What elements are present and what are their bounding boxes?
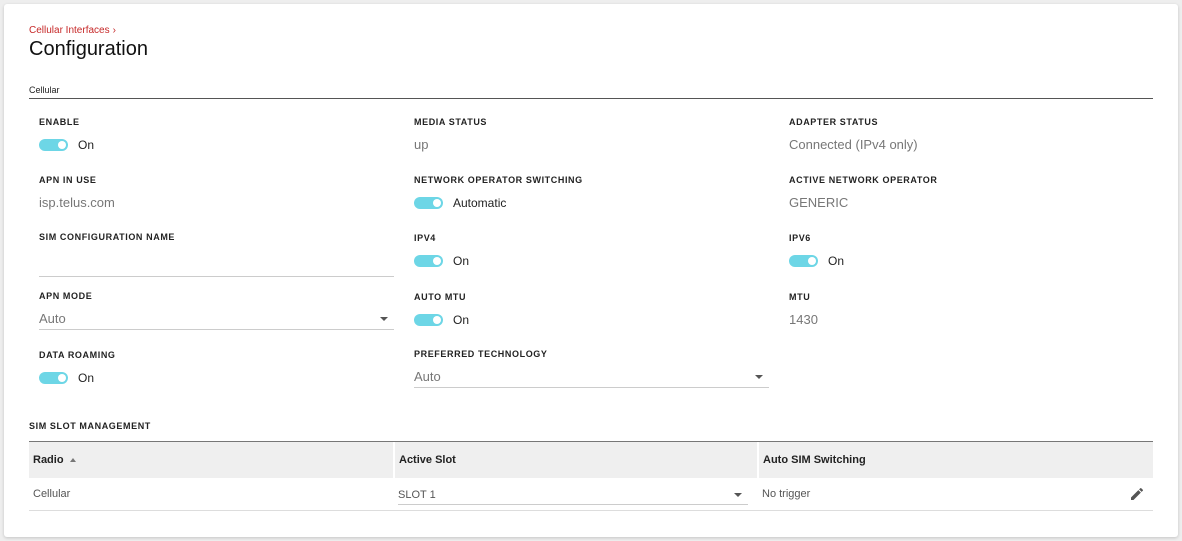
- ipv4-label: IPV4: [414, 233, 436, 243]
- section-header-cellular: Cellular: [29, 85, 1153, 99]
- cell-radio: Cellular: [29, 478, 393, 510]
- enable-label: ENABLE: [39, 117, 80, 127]
- cell-active-slot: SLOT 1: [393, 478, 757, 510]
- active-network-operator-value: GENERIC: [789, 195, 849, 210]
- preferred-technology-label: PREFERRED TECHNOLOGY: [414, 349, 548, 359]
- network-operator-switching-label: NETWORK OPERATOR SWITCHING: [414, 175, 583, 185]
- data-roaming-state: On: [78, 371, 95, 385]
- toggle-knob: [433, 199, 441, 207]
- dropdown-arrow-icon: [734, 493, 742, 497]
- page-title: Configuration: [29, 38, 148, 60]
- field-active-network-operator: ACTIVE NETWORK OPERATOR GENERIC: [789, 175, 1145, 210]
- radio-value: Cellular: [33, 488, 71, 500]
- mtu-value: 1430: [789, 312, 818, 327]
- apn-in-use-label: APN IN USE: [39, 175, 97, 185]
- auto-mtu-toggle[interactable]: [414, 314, 443, 326]
- table-header: Radio Active Slot Auto SIM Switching: [29, 441, 1153, 478]
- sim-slot-table: Radio Active Slot Auto SIM Switching Cel…: [29, 441, 1153, 511]
- media-status-value: up: [414, 137, 429, 152]
- field-auto-mtu: AUTO MTU On: [414, 292, 770, 328]
- toggle-knob: [433, 316, 441, 324]
- field-ipv4: IPV4 On: [414, 233, 770, 269]
- ipv4-state: On: [453, 254, 470, 268]
- media-status-label: MEDIA STATUS: [414, 117, 488, 127]
- auto-sim-switching-value: No trigger: [762, 488, 811, 500]
- mtu-label: MTU: [789, 292, 811, 302]
- column-header-auto-sim-switching: Auto SIM Switching: [757, 442, 1153, 478]
- field-data-roaming: DATA ROAMING On: [39, 350, 395, 386]
- cell-auto-sim-switching: No trigger: [757, 478, 1153, 510]
- breadcrumb[interactable]: Cellular Interfaces ›: [29, 25, 116, 36]
- apn-in-use-value: isp.telus.com: [39, 195, 115, 210]
- enable-state: On: [78, 138, 95, 152]
- data-roaming-label: DATA ROAMING: [39, 350, 116, 360]
- field-enable: ENABLE On: [39, 117, 395, 153]
- sort-ascending-icon[interactable]: [69, 458, 76, 463]
- column-header-auto-sim-switching-label: Auto SIM Switching: [763, 454, 866, 466]
- active-network-operator-label: ACTIVE NETWORK OPERATOR: [789, 175, 938, 185]
- column-header-radio-label: Radio: [33, 454, 64, 466]
- table-row: Cellular SLOT 1 No trigger: [29, 478, 1153, 511]
- toggle-knob: [433, 257, 441, 265]
- preferred-technology-select[interactable]: Auto: [414, 367, 769, 388]
- ipv6-label: IPV6: [789, 233, 811, 243]
- sim-configuration-name-label: SIM CONFIGURATION NAME: [39, 232, 176, 242]
- enable-toggle[interactable]: [39, 139, 68, 151]
- sim-configuration-name-input[interactable]: [39, 254, 394, 277]
- adapter-status-label: ADAPTER STATUS: [789, 117, 879, 127]
- edit-pencil-icon[interactable]: [1129, 486, 1145, 502]
- auto-mtu-label: AUTO MTU: [414, 292, 467, 302]
- network-operator-switching-state: Automatic: [453, 196, 507, 210]
- sim-slot-management-title: SIM SLOT MANAGEMENT: [29, 421, 151, 431]
- field-preferred-technology: PREFERRED TECHNOLOGY Auto: [414, 349, 770, 388]
- configuration-card: Cellular Interfaces › Configuration Cellu…: [4, 4, 1178, 537]
- network-operator-switching-toggle[interactable]: [414, 197, 443, 209]
- ipv6-toggle[interactable]: [789, 255, 818, 267]
- field-ipv6: IPV6 On: [789, 233, 1145, 269]
- column-header-radio[interactable]: Radio: [29, 442, 393, 478]
- adapter-status-value: Connected (IPv4 only): [789, 137, 918, 152]
- apn-mode-select[interactable]: Auto: [39, 309, 394, 330]
- breadcrumb-link-cellular-interfaces[interactable]: Cellular Interfaces: [29, 25, 110, 36]
- field-apn-in-use: APN IN USE isp.telus.com: [39, 175, 395, 210]
- chevron-right-icon: ›: [112, 25, 116, 36]
- active-slot-select[interactable]: SLOT 1: [398, 486, 748, 505]
- data-roaming-toggle[interactable]: [39, 372, 68, 384]
- field-mtu: MTU 1430: [789, 292, 1145, 327]
- field-adapter-status: ADAPTER STATUS Connected (IPv4 only): [789, 117, 1145, 152]
- apn-mode-value: Auto: [39, 311, 66, 326]
- dropdown-arrow-icon: [755, 375, 763, 379]
- field-sim-configuration-name: SIM CONFIGURATION NAME: [39, 232, 395, 277]
- preferred-technology-value: Auto: [414, 369, 441, 384]
- field-media-status: MEDIA STATUS up: [414, 117, 770, 152]
- toggle-knob: [808, 257, 816, 265]
- ipv4-toggle[interactable]: [414, 255, 443, 267]
- column-header-active-slot: Active Slot: [393, 442, 757, 478]
- auto-mtu-state: On: [453, 313, 470, 327]
- field-network-operator-switching: NETWORK OPERATOR SWITCHING Automatic: [414, 175, 770, 211]
- toggle-knob: [58, 374, 66, 382]
- toggle-knob: [58, 141, 66, 149]
- active-slot-value: SLOT 1: [398, 489, 436, 501]
- ipv6-state: On: [828, 254, 845, 268]
- dropdown-arrow-icon: [380, 317, 388, 321]
- apn-mode-label: APN MODE: [39, 291, 93, 301]
- column-header-active-slot-label: Active Slot: [399, 454, 456, 466]
- field-apn-mode: APN MODE Auto: [39, 291, 395, 330]
